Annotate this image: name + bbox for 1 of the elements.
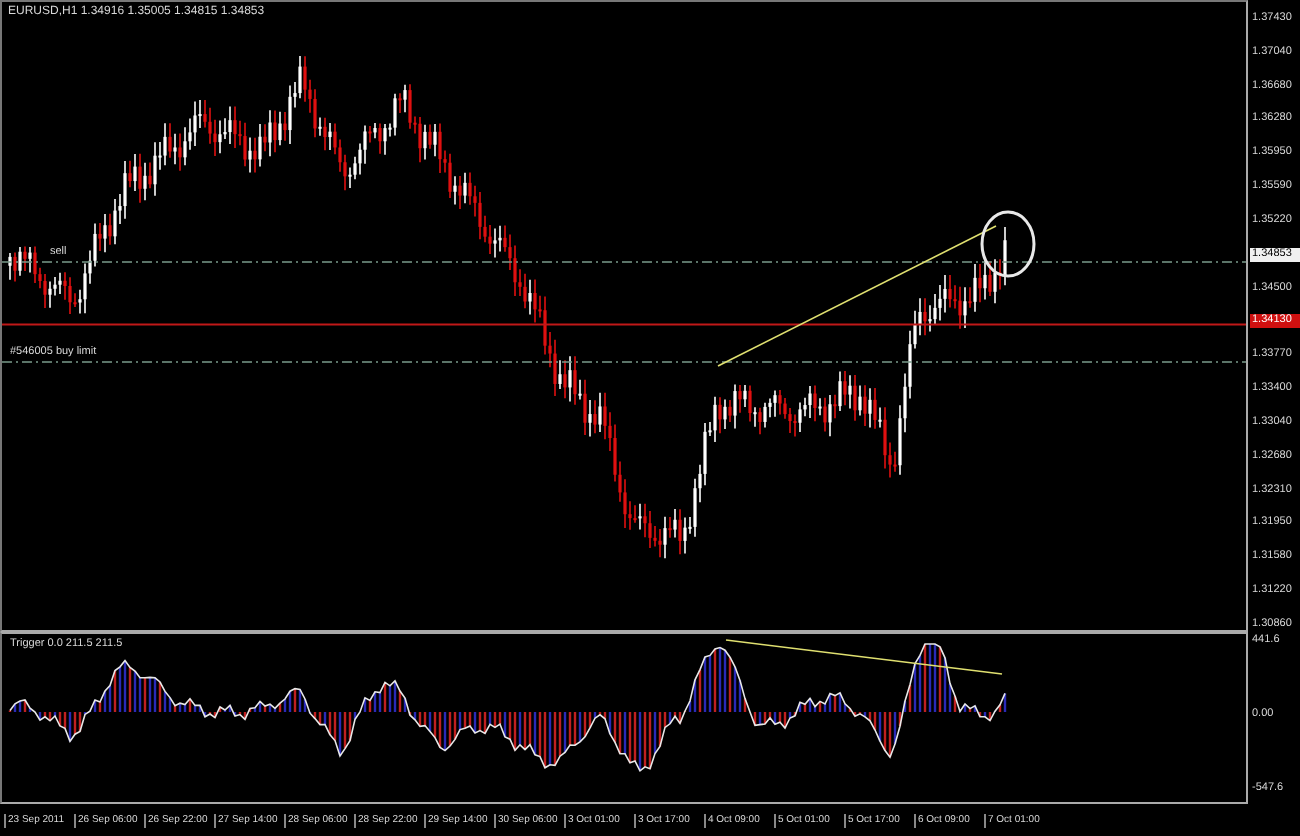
circle-annotation xyxy=(980,210,1036,278)
